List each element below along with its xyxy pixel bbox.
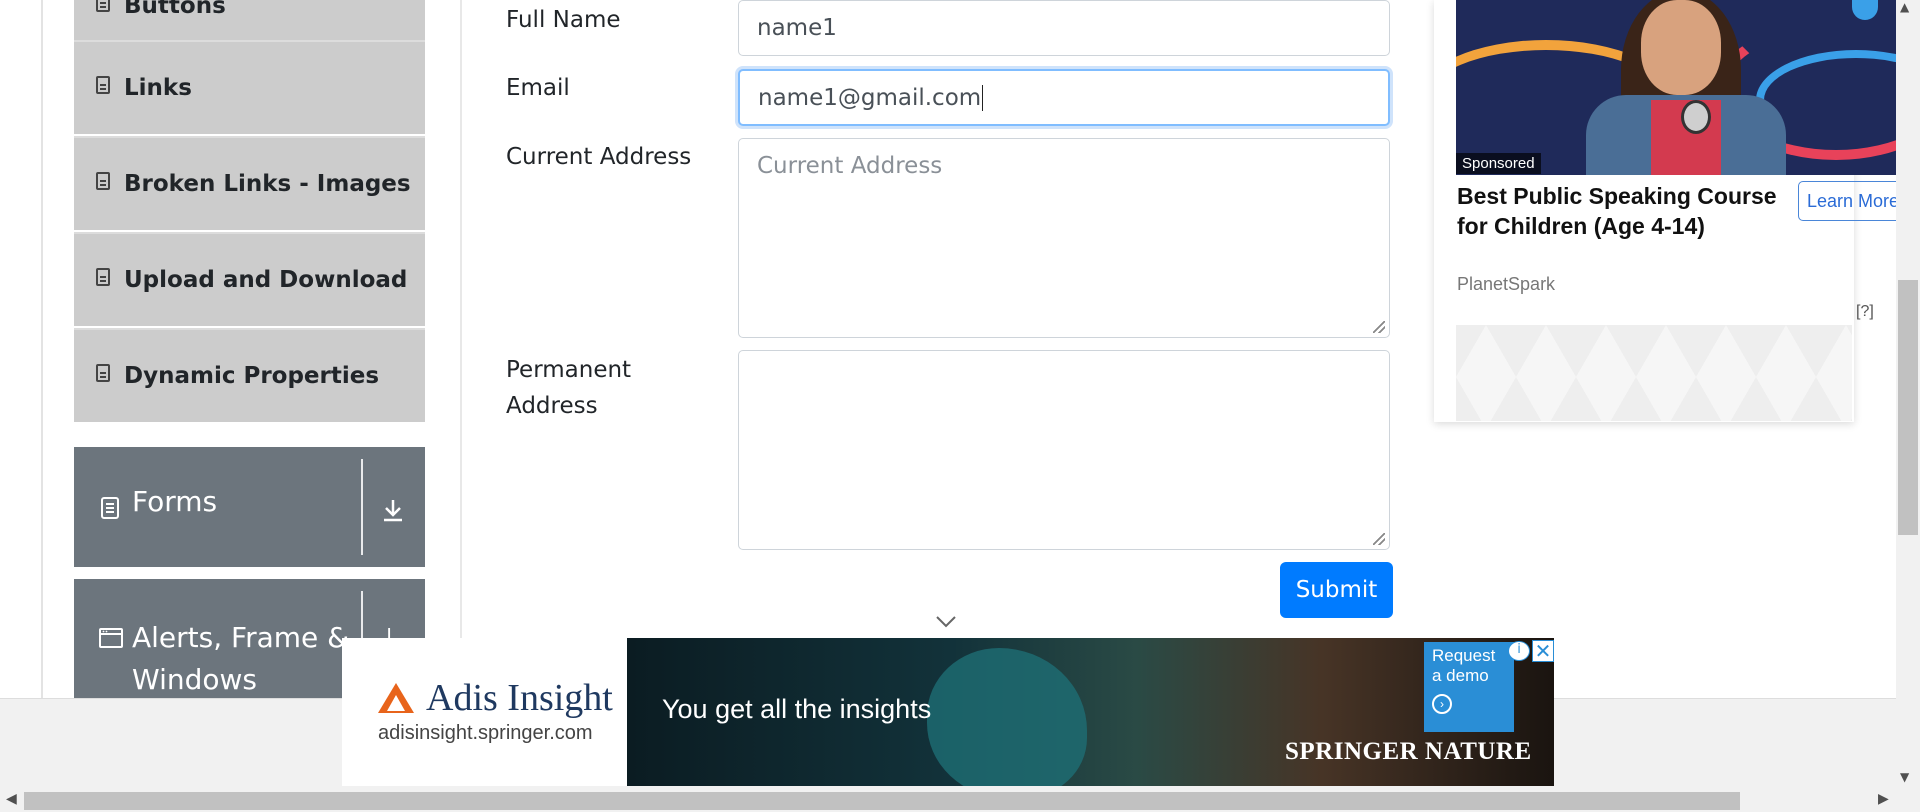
bottom-ad-headline: You get all the insights: [662, 694, 932, 724]
sidebar-item-broken-links[interactable]: Broken Links - Images: [74, 136, 425, 230]
sidebar-group-label: Forms: [132, 485, 218, 518]
side-ad-title[interactable]: Best Public Speaking Course for Children…: [1457, 181, 1787, 241]
sidebar-right-border: [460, 0, 462, 700]
adis-logo-text: Adis Insight: [426, 677, 613, 719]
chevron-down-icon[interactable]: [935, 615, 957, 629]
group-divider: [361, 459, 363, 555]
full-name-input[interactable]: name1: [738, 0, 1390, 56]
permanent-address-textarea[interactable]: [738, 350, 1390, 550]
side-ad-image[interactable]: [1456, 0, 1896, 175]
current-address-textarea[interactable]: Current Address: [738, 138, 1390, 338]
ad-dot-decoration: [1852, 0, 1878, 20]
sidebar-item-label: Links: [124, 75, 192, 101]
vertical-scroll-thumb[interactable]: [1898, 280, 1918, 535]
sidebar-item-label: Dynamic Properties: [124, 363, 380, 389]
email-value: name1@gmail.com: [758, 84, 982, 111]
html-doc-icon: [96, 268, 110, 286]
email-input[interactable]: name1@gmail.com: [738, 69, 1390, 126]
scroll-right-arrow-icon[interactable]: ▶: [1878, 791, 1889, 807]
adis-url: adisinsight.springer.com: [378, 722, 593, 744]
horizontal-scroll-thumb[interactable]: [24, 792, 1740, 810]
current-address-placeholder: Current Address: [757, 153, 943, 179]
text-caret: [982, 84, 984, 111]
side-ad-brand[interactable]: PlanetSpark: [1457, 274, 1555, 295]
email-label: Email: [506, 75, 570, 101]
scroll-down-arrow-icon[interactable]: ▼: [1900, 770, 1909, 784]
html-doc-icon: [96, 0, 110, 12]
resize-handle-icon[interactable]: [1373, 533, 1385, 545]
side-ad-pattern: [1456, 325, 1852, 421]
glove-hand-decoration: [927, 648, 1087, 786]
html-doc-icon: [96, 172, 110, 190]
current-address-label: Current Address: [506, 144, 692, 170]
page-left-border: [41, 0, 43, 700]
request-demo-label: Request a demo: [1432, 646, 1496, 685]
html-doc-icon: [96, 364, 110, 382]
adis-logo-icon: [378, 683, 414, 713]
permanent-address-label: Permanent Address: [506, 357, 632, 419]
arrow-right-circle-icon: ›: [1432, 694, 1452, 714]
sidebar-group-label: Alerts, Frame & Windows: [132, 621, 350, 696]
learn-more-button[interactable]: Learn More: [1798, 181, 1908, 221]
ad-help-link[interactable]: [?]: [1856, 303, 1874, 321]
html-doc-icon: [96, 76, 110, 94]
scroll-left-arrow-icon[interactable]: ◀: [6, 791, 17, 807]
microphone-icon: [1681, 100, 1711, 134]
request-demo-button[interactable]: Request a demo ›: [1424, 642, 1514, 732]
resize-handle-icon[interactable]: [1373, 321, 1385, 333]
sidebar-item-label: Upload and Download: [124, 267, 408, 293]
sponsored-badge: Sponsored: [1456, 153, 1541, 174]
sidebar-item-dynamic-properties[interactable]: Dynamic Properties: [74, 328, 425, 422]
sidebar-item-label: Broken Links - Images: [124, 171, 411, 197]
sidebar-item-upload-download[interactable]: Upload and Download: [74, 232, 425, 326]
window-icon: [99, 628, 123, 648]
close-icon[interactable]: ✕: [1532, 640, 1554, 662]
page: Buttons Links Broken Links - Images Uplo…: [0, 0, 1920, 812]
submit-button[interactable]: Submit: [1280, 562, 1393, 618]
sidebar-item-links[interactable]: Links: [74, 40, 425, 134]
full-name-label: Full Name: [506, 7, 621, 33]
sidebar-group-forms[interactable]: Forms: [74, 447, 425, 567]
download-icon[interactable]: [380, 497, 406, 523]
ad-person-face: [1641, 0, 1721, 95]
form-icon: [101, 497, 119, 519]
sidebar-item-label: Buttons: [124, 0, 226, 19]
scroll-up-arrow-icon[interactable]: ▲: [1900, 0, 1909, 14]
springer-nature-logo: SPRINGER NATURE: [1285, 738, 1532, 765]
ad-info-icon[interactable]: i: [1508, 641, 1530, 661]
